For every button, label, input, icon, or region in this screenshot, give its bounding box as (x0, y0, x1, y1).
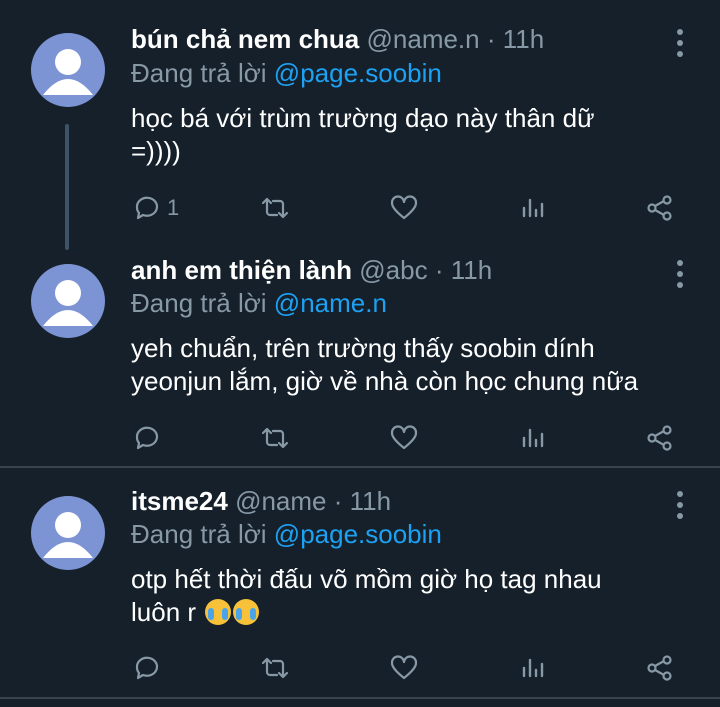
replying-to: Đang trả lời @page.soobin (131, 58, 442, 88)
share-icon (647, 425, 672, 451)
tweet-text-line: yeonjun lắm, giờ về nhà còn học chung nữ… (131, 366, 639, 396)
analytics-button[interactable] (519, 423, 547, 453)
retweet-icon (261, 657, 289, 679)
separator: · (333, 486, 343, 516)
tweet-text-fragment: luôn r (131, 597, 197, 627)
analytics-icon (522, 198, 544, 218)
replying-to-label: Đang trả lời (131, 58, 267, 88)
separator: · (486, 24, 496, 54)
avatar[interactable] (31, 264, 105, 338)
tweet-header: bún chả nem chua @name.n · 11h (131, 24, 544, 54)
comment-icon (135, 656, 159, 680)
retweet-button[interactable] (259, 423, 291, 453)
mention-link[interactable]: @page.soobin (274, 519, 442, 549)
tweet[interactable]: itsme24 @name · 11h Đang trả lời @page.s… (0, 468, 720, 696)
tweet-text: otp hết thời đấu võ mồm giờ họ tag nhau … (131, 563, 691, 629)
tweet-text-line: học bá với trùm trường dạo này thân dữ (131, 103, 595, 133)
tweet-header: itsme24 @name · 11h (131, 486, 391, 516)
comment-icon (135, 196, 159, 220)
like-icon (390, 195, 418, 220)
display-name[interactable]: bún chả nem chua (131, 24, 359, 54)
replying-to-label: Đang trả lời (131, 288, 267, 318)
mention-link[interactable]: @page.soobin (274, 58, 442, 88)
share-icon (647, 195, 672, 221)
retweet-button[interactable] (259, 653, 291, 683)
timestamp[interactable]: 11h (350, 486, 391, 516)
timestamp[interactable]: 11h (503, 24, 544, 54)
crying-face-emoji (205, 599, 232, 625)
comment-button[interactable] (133, 423, 167, 453)
tweet[interactable]: anh em thiện lành @abc · 11h Đang trả lờ… (0, 240, 720, 466)
analytics-button[interactable] (519, 193, 547, 223)
more-icon[interactable] (668, 490, 692, 520)
display-name[interactable]: itsme24 (131, 486, 228, 516)
like-button[interactable] (389, 193, 419, 223)
analytics-button[interactable] (519, 653, 547, 683)
tweet-text-line: yeh chuẩn, trên trường thấy soobin dính (131, 333, 595, 363)
share-button[interactable] (645, 193, 675, 223)
crying-face-emoji (233, 599, 260, 625)
replying-to: Đang trả lời @name.n (131, 288, 387, 318)
thread-line (65, 124, 69, 250)
share-button[interactable] (645, 653, 675, 683)
like-button[interactable] (389, 423, 419, 453)
tweet-text-line: =)))) (131, 136, 181, 166)
action-bar (131, 653, 691, 683)
divider (0, 697, 720, 699)
retweet-icon (261, 197, 289, 219)
more-icon[interactable] (668, 259, 692, 289)
comment-button[interactable] (133, 653, 167, 683)
retweet-icon (261, 427, 289, 449)
display-name[interactable]: anh em thiện lành (131, 255, 352, 285)
username[interactable]: @abc (359, 255, 427, 285)
reply-count: 1 (167, 195, 180, 220)
like-icon (390, 425, 418, 450)
action-bar: 1 (131, 193, 691, 223)
comment-button[interactable]: 1 (133, 193, 179, 223)
more-icon[interactable] (668, 28, 692, 58)
share-button[interactable] (645, 423, 675, 453)
username[interactable]: @name (235, 486, 326, 516)
action-bar (131, 423, 691, 453)
analytics-icon (522, 428, 544, 448)
tweet-text-line: otp hết thời đấu võ mồm giờ họ tag nhau (131, 564, 602, 594)
timestamp[interactable]: 11h (451, 255, 492, 285)
username[interactable]: @name.n (367, 24, 480, 54)
like-icon (390, 655, 418, 680)
separator: · (434, 255, 444, 285)
mention-link[interactable]: @name.n (274, 288, 387, 318)
replying-to-label: Đang trả lời (131, 519, 267, 549)
tweet[interactable]: bún chả nem chua @name.n · 11h Đang trả … (0, 0, 720, 250)
analytics-icon (522, 658, 544, 678)
like-button[interactable] (389, 653, 419, 683)
tweet-text-line: luôn r (131, 596, 691, 629)
replying-to: Đang trả lời @page.soobin (131, 519, 442, 549)
avatar[interactable] (31, 496, 105, 570)
share-icon (647, 655, 672, 681)
tweet-header: anh em thiện lành @abc · 11h (131, 255, 492, 285)
comment-icon (135, 426, 159, 450)
tweet-text: học bá với trùm trường dạo này thân dữ =… (131, 102, 691, 168)
tweet-text: yeh chuẩn, trên trường thấy soobin dính … (131, 332, 691, 398)
avatar[interactable] (31, 33, 105, 107)
retweet-button[interactable] (259, 193, 291, 223)
